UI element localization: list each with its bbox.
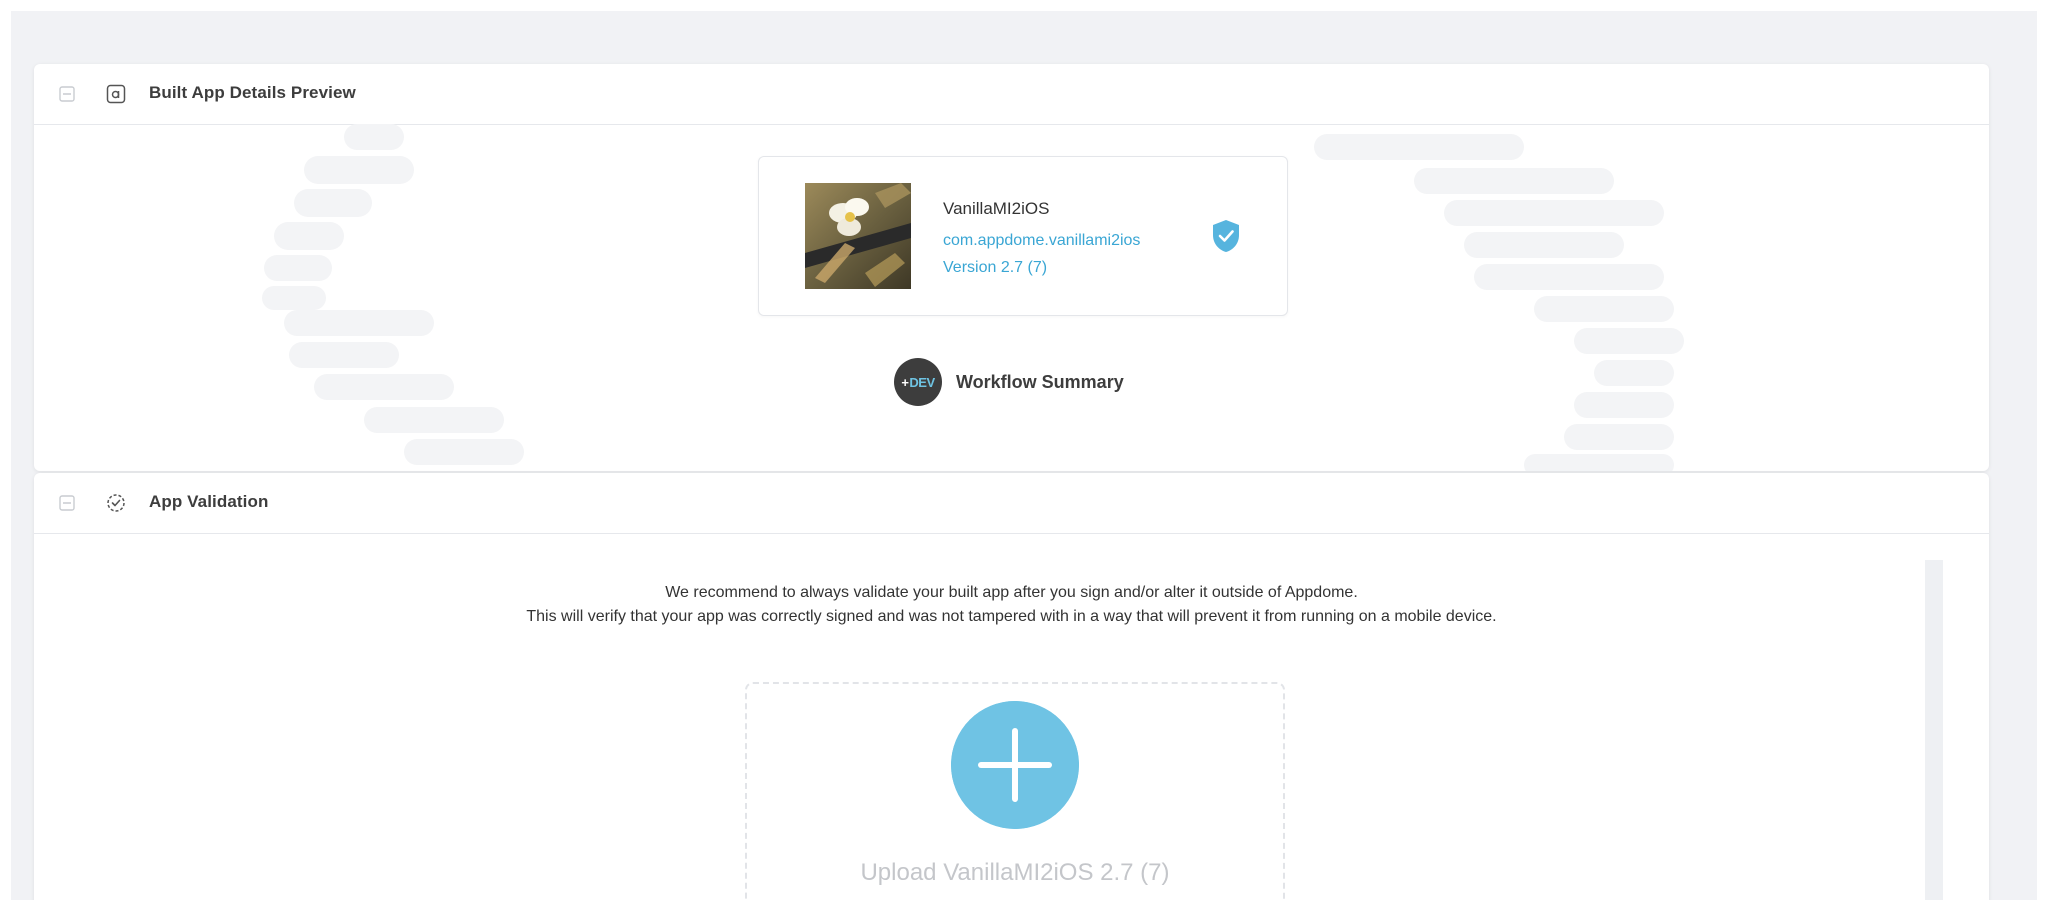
app-name: VanillaMI2iOS bbox=[943, 199, 1050, 218]
decor-cloud bbox=[284, 310, 434, 336]
dev-badge-text: DEV bbox=[909, 374, 935, 390]
dev-badge-icon: + DEV bbox=[894, 358, 942, 406]
built-app-details-panel: Built App Details Preview VanillaMI2iOS … bbox=[34, 64, 1989, 471]
app-card-icon bbox=[106, 84, 126, 104]
decor-cloud bbox=[1564, 424, 1674, 450]
decor-cloud bbox=[304, 156, 414, 184]
decor-cloud bbox=[262, 286, 326, 310]
collapse-icon[interactable] bbox=[59, 86, 75, 102]
app-validation-body: We recommend to always validate your bui… bbox=[34, 534, 1989, 900]
app-card: VanillaMI2iOS com.appdome.vanillami2ios … bbox=[758, 156, 1288, 316]
workflow-summary-link[interactable]: + DEV Workflow Summary bbox=[894, 358, 1124, 406]
decor-cloud bbox=[1444, 200, 1664, 226]
validation-recommendation-text: We recommend to always validate your bui… bbox=[665, 584, 1358, 601]
app-validation-header[interactable]: App Validation bbox=[34, 473, 1989, 534]
decor-cloud bbox=[1574, 392, 1674, 418]
decor-cloud bbox=[404, 439, 524, 465]
plus-icon[interactable] bbox=[951, 701, 1079, 829]
decor-cloud bbox=[1524, 454, 1674, 471]
decor-cloud bbox=[1594, 360, 1674, 386]
decor-cloud bbox=[1574, 328, 1684, 354]
decor-cloud bbox=[364, 407, 504, 433]
decor-cloud bbox=[294, 189, 372, 217]
app-validation-title: App Validation bbox=[149, 492, 269, 511]
upload-label: Upload VanillaMI2iOS 2.7 (7) bbox=[860, 859, 1170, 886]
built-app-details-header[interactable]: Built App Details Preview bbox=[34, 64, 1989, 125]
app-validation-panel: App Validation We recommend to always va… bbox=[34, 473, 1989, 900]
decor-cloud bbox=[1314, 134, 1524, 160]
built-app-details-title: Built App Details Preview bbox=[149, 83, 356, 102]
app-frame: Built App Details Preview VanillaMI2iOS … bbox=[11, 11, 2037, 900]
shield-check-icon bbox=[1213, 220, 1239, 252]
workflow-summary-label: Workflow Summary bbox=[956, 371, 1124, 392]
validation-check-icon bbox=[107, 494, 125, 512]
decor-cloud bbox=[1534, 296, 1674, 322]
app-thumbnail bbox=[805, 183, 911, 289]
decor-cloud bbox=[289, 342, 399, 368]
app-bundle-id: com.appdome.vanillami2ios bbox=[943, 232, 1141, 249]
decor-cloud bbox=[274, 222, 344, 250]
app-version: Version 2.7 (7) bbox=[943, 259, 1048, 276]
upload-dropzone[interactable]: Upload VanillaMI2iOS 2.7 (7) bbox=[745, 682, 1285, 900]
decor-cloud bbox=[314, 374, 454, 400]
decor-cloud bbox=[1474, 264, 1664, 290]
validation-explanation-text: This will verify that your app was corre… bbox=[526, 608, 1497, 625]
dev-badge-plus: + bbox=[901, 374, 909, 390]
decor-cloud bbox=[1414, 168, 1614, 194]
collapse-icon[interactable] bbox=[59, 495, 75, 511]
decor-cloud bbox=[1464, 232, 1624, 258]
decor-cloud bbox=[264, 255, 332, 281]
decor-cloud bbox=[344, 124, 404, 150]
